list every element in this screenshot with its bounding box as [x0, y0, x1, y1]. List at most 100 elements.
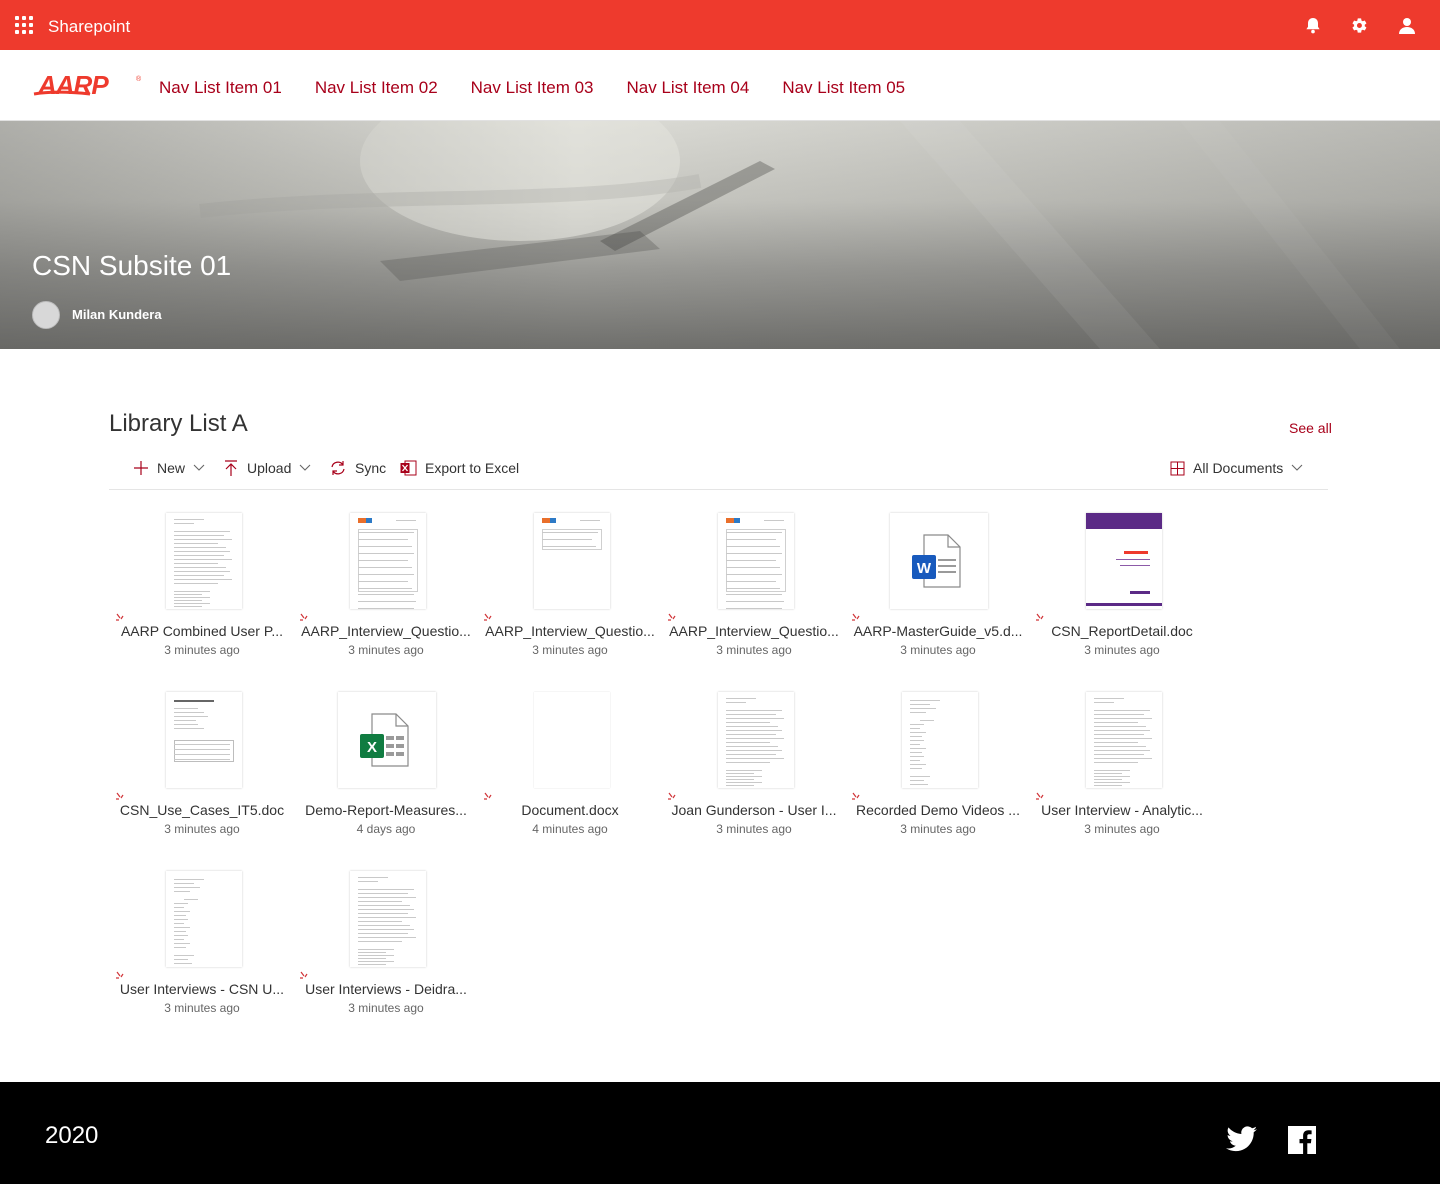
suite-title[interactable]: Sharepoint [48, 17, 130, 37]
file-modified-time: 3 minutes ago [716, 643, 792, 657]
file-name[interactable]: Recorded Demo Videos ... [846, 802, 1030, 818]
plus-icon [134, 461, 148, 475]
file-thumbnail [350, 871, 426, 967]
file-name[interactable]: User Interviews - Deidra... [294, 981, 478, 997]
file-tile[interactable]: CSN_ReportDetail.doc 3 minutes ago [1030, 509, 1214, 669]
file-modified-time: 3 minutes ago [1084, 822, 1160, 836]
nav-item-05[interactable]: Nav List Item 05 [782, 78, 905, 98]
file-modified-time: 3 minutes ago [532, 643, 608, 657]
file-modified-time: 3 minutes ago [164, 822, 240, 836]
svg-text:X: X [367, 739, 377, 756]
file-name[interactable]: CSN_ReportDetail.doc [1030, 623, 1214, 639]
command-bar: New Upload Sync Export to Excel All Docu… [109, 452, 1328, 490]
file-tile[interactable]: AARP Combined User P... 3 minutes ago [110, 509, 294, 669]
file-thumbnail [1086, 513, 1162, 609]
file-thumbnail [166, 871, 242, 967]
file-name[interactable]: CSN_Use_Cases_IT5.doc [110, 802, 294, 818]
file-modified-time: 3 minutes ago [1084, 643, 1160, 657]
chevron-down-icon [299, 464, 311, 471]
file-name[interactable]: AARP Combined User P... [110, 623, 294, 639]
file-thumbnail: X [338, 692, 436, 788]
nav-item-04[interactable]: Nav List Item 04 [626, 78, 749, 98]
sync-label: Sync [355, 460, 387, 476]
file-tile[interactable]: W AARP-MasterGuide_v5.d... 3 minutes ago [846, 509, 1030, 669]
file-name[interactable]: AARP_Interview_Questio... [294, 623, 478, 639]
word-icon: W [912, 534, 961, 588]
upload-icon [225, 460, 237, 476]
view-label: All Documents [1193, 460, 1284, 476]
file-thumbnail [534, 513, 610, 609]
site-header-banner: CSN Subsite 01 Milan Kundera [0, 121, 1440, 349]
file-thumbnail [902, 692, 978, 788]
file-modified-time: 3 minutes ago [348, 643, 424, 657]
aarp-logo[interactable]: AARP ® [32, 72, 144, 100]
twitter-icon[interactable] [1226, 1126, 1258, 1153]
sync-icon [331, 461, 345, 475]
grid-view-icon [1170, 461, 1185, 475]
file-name[interactable]: AARP_Interview_Questio... [478, 623, 662, 639]
suite-bar: Sharepoint [0, 0, 1440, 50]
file-name[interactable]: User Interview - Analytic... [1030, 802, 1214, 818]
file-name[interactable]: Joan Gunderson - User I... [662, 802, 846, 818]
gear-icon[interactable] [1336, 0, 1383, 50]
file-name[interactable]: Document.docx [478, 802, 662, 818]
file-tile[interactable]: AARP_Interview_Questio... 3 minutes ago [294, 509, 478, 669]
footer-year: 2020 [45, 1122, 99, 1149]
file-tile[interactable]: Joan Gunderson - User I... 3 minutes ago [662, 688, 846, 848]
file-name[interactable]: User Interviews - CSN U... [110, 981, 294, 997]
facebook-icon[interactable] [1288, 1126, 1316, 1154]
file-name[interactable]: Demo-Report-Measures... [294, 802, 478, 818]
nav-item-03[interactable]: Nav List Item 03 [471, 78, 594, 98]
file-tile[interactable]: User Interviews - CSN U... 3 minutes ago [110, 867, 294, 1027]
file-tile[interactable]: CSN_Use_Cases_IT5.doc 3 minutes ago [110, 688, 294, 848]
site-title: CSN Subsite 01 [32, 250, 232, 281]
export-label: Export to Excel [425, 460, 520, 476]
file-thumbnail [718, 513, 794, 609]
file-thumbnail: W [890, 513, 988, 609]
view-selector[interactable]: All Documents [1170, 460, 1303, 476]
new-button[interactable]: New [133, 460, 205, 476]
file-tile[interactable]: User Interviews - Deidra... 3 minutes ago [294, 867, 478, 1027]
svg-text:AARP: AARP [37, 72, 109, 100]
file-tile[interactable]: AARP_Interview_Questio... 3 minutes ago [662, 509, 846, 669]
file-thumbnail [166, 513, 242, 609]
avatar[interactable] [32, 301, 60, 329]
chevron-down-icon [1291, 464, 1303, 471]
sync-button[interactable]: Sync [329, 460, 386, 476]
export-to-excel-button[interactable]: Export to Excel [400, 460, 519, 476]
file-modified-time: 3 minutes ago [900, 643, 976, 657]
file-modified-time: 4 minutes ago [532, 822, 608, 836]
bell-icon[interactable] [1289, 0, 1336, 50]
file-modified-time: 3 minutes ago [716, 822, 792, 836]
page-footer: 2020 [0, 1082, 1440, 1184]
svg-text:W: W [917, 560, 932, 577]
file-tile[interactable]: Recorded Demo Videos ... 3 minutes ago [846, 688, 1030, 848]
chevron-down-icon [193, 464, 205, 471]
excel-export-icon [400, 460, 417, 476]
file-tile[interactable]: Document.docx 4 minutes ago [478, 688, 662, 848]
svg-text:®: ® [136, 75, 142, 83]
nav-item-02[interactable]: Nav List Item 02 [315, 78, 438, 98]
file-modified-time: 4 days ago [356, 822, 416, 836]
file-tile[interactable]: AARP_Interview_Questio... 3 minutes ago [478, 509, 662, 669]
file-thumbnail [534, 692, 610, 788]
file-name[interactable]: AARP-MasterGuide_v5.d... [846, 623, 1030, 639]
file-tile[interactable]: X Demo-Report-Measures... 4 days ago [294, 688, 478, 848]
nav-item-01[interactable]: Nav List Item 01 [159, 78, 282, 98]
file-modified-time: 3 minutes ago [900, 822, 976, 836]
new-label: New [157, 460, 186, 476]
person-icon[interactable] [1383, 0, 1430, 50]
file-tile[interactable]: User Interview - Analytic... 3 minutes ag… [1030, 688, 1214, 848]
author-name[interactable]: Milan Kundera [72, 307, 162, 322]
excel-icon: X [360, 713, 409, 767]
file-thumbnail [718, 692, 794, 788]
library-title: Library List A [109, 410, 248, 437]
file-name[interactable]: AARP_Interview_Questio... [662, 623, 846, 639]
upload-button[interactable]: Upload [223, 460, 311, 476]
app-launcher-icon[interactable] [15, 16, 33, 34]
file-thumbnail [350, 513, 426, 609]
upload-label: Upload [247, 460, 292, 476]
file-modified-time: 3 minutes ago [164, 643, 240, 657]
see-all-link[interactable]: See all [1289, 420, 1332, 436]
file-modified-time: 3 minutes ago [164, 1001, 240, 1015]
